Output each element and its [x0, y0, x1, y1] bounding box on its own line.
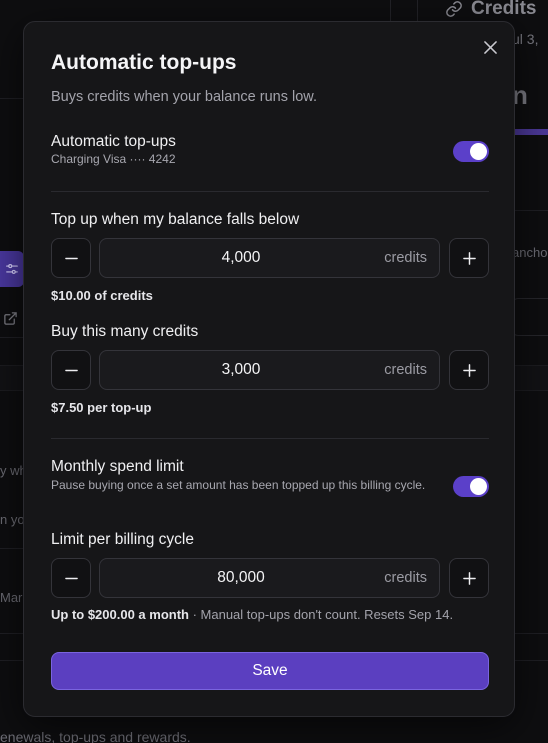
background-divider [0, 548, 24, 549]
threshold-helper: $10.00 of credits [51, 288, 153, 303]
cycle-limit-increment-button[interactable] [449, 558, 489, 598]
cycle-limit-helper: Up to $200.00 a month · Manual top-ups d… [51, 607, 453, 622]
auto-topups-toggle[interactable] [453, 141, 489, 162]
background-progress-bar [512, 129, 548, 135]
toggle-knob [470, 143, 487, 160]
cycle-limit-unit: credits [384, 570, 427, 586]
dialog-subtitle: Buys credits when your balance runs low. [51, 89, 317, 105]
background-divider [0, 337, 24, 338]
purchase-label: Buy this many credits [51, 323, 199, 340]
background-text: Mar [0, 590, 23, 605]
threshold-unit: credits [384, 250, 427, 266]
payment-method-text: Charging Visa ···· 4242 [51, 152, 176, 166]
auto-topups-label: Automatic top-ups [51, 133, 176, 150]
auto-topup-dialog: Automatic top-ups Buys credits when your… [23, 21, 515, 717]
background-footer-text: enewals, top-ups and rewards. [0, 729, 191, 743]
spend-limit-description: Pause buying once a set amount has been … [51, 478, 426, 492]
cycle-limit-input[interactable]: 80,000 credits [99, 558, 440, 598]
minus-icon [64, 577, 78, 579]
cycle-limit-decrement-button[interactable] [51, 558, 91, 598]
background-panel [512, 298, 548, 336]
plus-icon [462, 571, 476, 585]
threshold-increment-button[interactable] [449, 238, 489, 278]
background-anchor-text: ancho [512, 245, 548, 260]
purchase-decrement-button[interactable] [51, 350, 91, 390]
external-link-icon [3, 311, 18, 331]
background-date: ul 3, [512, 31, 539, 47]
minus-icon [64, 257, 78, 259]
sliders-icon [6, 264, 18, 274]
close-button[interactable] [480, 37, 500, 57]
purchase-increment-button[interactable] [449, 350, 489, 390]
dialog-title: Automatic top-ups [51, 51, 237, 74]
plus-icon [462, 251, 476, 265]
cycle-limit-value: 80,000 [217, 569, 265, 586]
toggle-knob [470, 478, 487, 495]
threshold-label: Top up when my balance falls below [51, 211, 300, 228]
background-divider [390, 0, 391, 22]
background-credits-title: Credits [471, 0, 537, 19]
purchase-value: 3,000 [221, 361, 261, 378]
background-divider [0, 98, 24, 99]
purchase-helper: $7.50 per top-up [51, 400, 152, 415]
background-text: n yo [0, 512, 25, 527]
link-icon [446, 1, 462, 17]
cycle-limit-helper-note: · Manual top-ups don't count. Resets Sep… [188, 607, 454, 622]
background-divider [417, 0, 418, 22]
minus-icon [64, 369, 78, 371]
purchase-input[interactable]: 3,000 credits [99, 350, 440, 390]
threshold-decrement-button[interactable] [51, 238, 91, 278]
spend-limit-toggle[interactable] [453, 476, 489, 497]
spend-limit-label: Monthly spend limit [51, 458, 184, 475]
background-credits-heading: Credits [445, 0, 536, 20]
section-divider [51, 191, 489, 192]
cycle-limit-label: Limit per billing cycle [51, 531, 194, 548]
threshold-input[interactable]: 4,000 credits [99, 238, 440, 278]
background-divider [512, 210, 548, 211]
save-button[interactable]: Save [51, 652, 489, 690]
close-icon [483, 40, 497, 54]
purchase-unit: credits [384, 362, 427, 378]
section-divider [51, 438, 489, 439]
cycle-limit-helper-amount: Up to $200.00 a month [51, 607, 189, 622]
threshold-value: 4,000 [221, 249, 261, 266]
background-filter-button [0, 251, 24, 287]
plus-icon [462, 363, 476, 377]
